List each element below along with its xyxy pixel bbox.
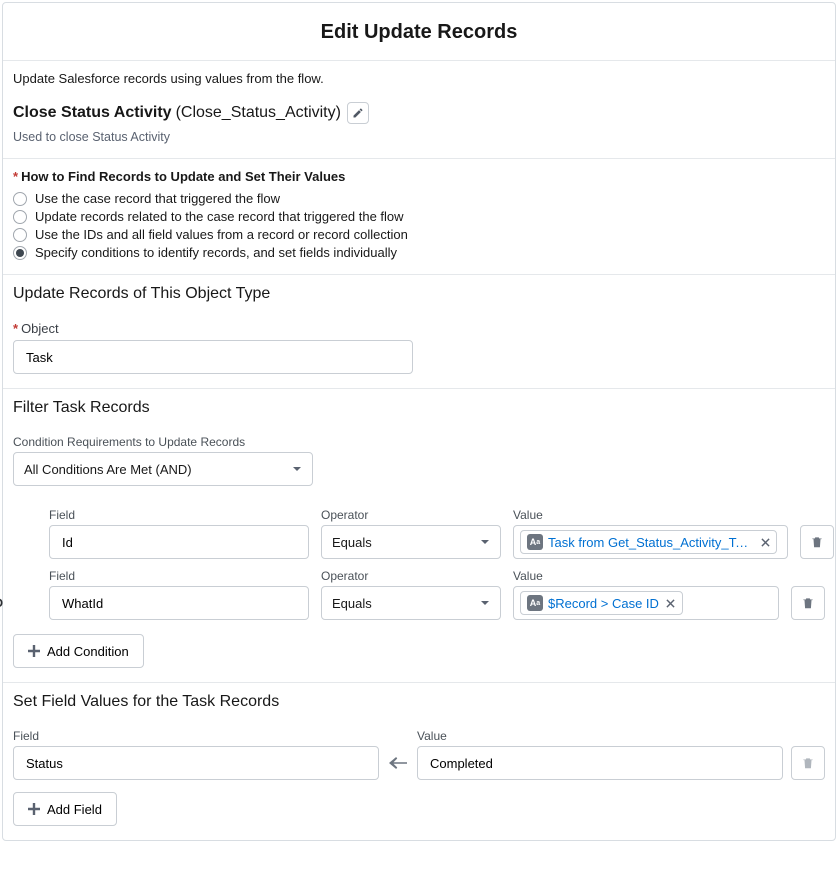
intro-description: Update Salesforce records using values f…: [13, 71, 825, 86]
set-field-input[interactable]: [13, 746, 379, 780]
object-section-heading: Update Records of This Object Type: [13, 285, 825, 303]
add-field-label: Add Field: [47, 802, 102, 817]
object-input-field[interactable]: [24, 349, 402, 366]
set-value-input[interactable]: [417, 746, 783, 780]
add-condition-button[interactable]: Add Condition: [13, 634, 144, 668]
text-type-icon: Aa: [527, 595, 543, 611]
trash-icon: [801, 596, 815, 610]
remove-pill-button[interactable]: [664, 596, 678, 610]
radio-label: Specify conditions to identify records, …: [35, 245, 397, 260]
radio-label: Use the IDs and all field values from a …: [35, 227, 408, 242]
condition-operator-value: Equals: [332, 535, 372, 550]
condition-value-input[interactable]: Aa Task from Get_Status_Activity_Ta...: [513, 525, 788, 559]
condition-operator-select[interactable]: Equals: [321, 586, 501, 620]
radio-option-triggering[interactable]: Use the case record that triggered the f…: [13, 191, 825, 206]
field-col-label: Field: [49, 508, 309, 522]
condition-value-input[interactable]: Aa $Record > Case ID: [513, 586, 779, 620]
condition-field-value[interactable]: [60, 595, 298, 612]
condition-operator-select[interactable]: Equals: [321, 525, 501, 559]
remove-pill-button[interactable]: [758, 535, 772, 549]
value-col-label: Value: [513, 508, 788, 522]
add-condition-label: Add Condition: [47, 644, 129, 659]
field-col-label: Field: [49, 569, 309, 583]
close-icon: [761, 538, 770, 547]
condition-field-input[interactable]: [49, 525, 309, 559]
plus-icon: [28, 803, 40, 815]
field-value-row: Field Value: [13, 729, 825, 780]
edit-label-button[interactable]: [347, 102, 369, 124]
condition-field-input[interactable]: [49, 586, 309, 620]
how-to-find-heading: How to Find Records to Update and Set Th…: [13, 169, 825, 184]
close-icon: [666, 599, 675, 608]
radio-option-specify[interactable]: Specify conditions to identify records, …: [13, 245, 825, 260]
text-type-icon: Aa: [527, 534, 543, 550]
condition-field-value[interactable]: [60, 534, 298, 551]
panel-header: Edit Update Records: [3, 3, 835, 60]
and-connector-label: AND: [0, 596, 3, 610]
condition-row: Field Operator Equals Value: [49, 508, 825, 559]
element-title-row: Close Status Activity (Close_Status_Acti…: [13, 102, 825, 124]
set-values-section: Set Field Values for the Task Records Fi…: [3, 683, 835, 840]
radio-icon: [13, 210, 27, 224]
radio-icon: [13, 228, 27, 242]
element-description: Used to close Status Activity: [13, 130, 825, 144]
resource-pill: Aa Task from Get_Status_Activity_Ta...: [520, 530, 777, 554]
radio-option-ids[interactable]: Use the IDs and all field values from a …: [13, 227, 825, 242]
value-label: Value: [417, 729, 783, 743]
chevron-down-icon: [292, 464, 302, 474]
chevron-down-icon: [480, 537, 490, 547]
arrow-left-icon: [389, 756, 407, 770]
delete-field-value-button[interactable]: [791, 746, 825, 780]
value-col-label: Value: [513, 569, 779, 583]
delete-condition-button[interactable]: [791, 586, 825, 620]
object-input[interactable]: [13, 340, 413, 374]
trash-icon: [801, 756, 815, 770]
operator-col-label: Operator: [321, 508, 501, 522]
panel-title: Edit Update Records: [3, 21, 835, 44]
operator-col-label: Operator: [321, 569, 501, 583]
radio-label: Use the case record that triggered the f…: [35, 191, 280, 206]
resource-pill: Aa $Record > Case ID: [520, 591, 683, 615]
filter-heading: Filter Task Records: [13, 399, 825, 417]
trash-icon: [810, 535, 824, 549]
set-value-value[interactable]: [428, 755, 772, 772]
radio-icon: [13, 192, 27, 206]
condition-requirement-label: Condition Requirements to Update Records: [13, 435, 825, 449]
how-to-find-radio-group: Use the case record that triggered the f…: [13, 191, 825, 260]
radio-option-related[interactable]: Update records related to the case recor…: [13, 209, 825, 224]
assignment-arrow: [387, 746, 409, 780]
object-label: Object: [13, 321, 825, 336]
condition-requirement-select[interactable]: All Conditions Are Met (AND): [13, 452, 313, 486]
radio-label: Update records related to the case recor…: [35, 209, 404, 224]
condition-requirement-value: All Conditions Are Met (AND): [24, 462, 192, 477]
pencil-icon: [352, 107, 364, 119]
field-label: Field: [13, 729, 379, 743]
plus-icon: [28, 645, 40, 657]
resource-pill-text: Task from Get_Status_Activity_Ta...: [548, 535, 753, 550]
edit-update-records-panel: Edit Update Records Update Salesforce re…: [2, 2, 836, 841]
add-field-button[interactable]: Add Field: [13, 792, 117, 826]
set-field-value[interactable]: [24, 755, 368, 772]
filter-section: Filter Task Records Condition Requiremen…: [3, 389, 835, 682]
how-to-find-section: How to Find Records to Update and Set Th…: [3, 159, 835, 274]
radio-icon: [13, 246, 27, 260]
set-values-heading: Set Field Values for the Task Records: [13, 693, 825, 711]
condition-operator-value: Equals: [332, 596, 372, 611]
resource-pill-text: $Record > Case ID: [548, 596, 659, 611]
chevron-down-icon: [480, 598, 490, 608]
intro-section: Update Salesforce records using values f…: [3, 61, 835, 158]
object-section: Update Records of This Object Type Objec…: [3, 275, 835, 388]
condition-row: Field Operator Equals Value: [49, 569, 825, 620]
delete-condition-button[interactable]: [800, 525, 834, 559]
element-api-name: (Close_Status_Activity): [176, 104, 341, 122]
element-label: Close Status Activity: [13, 104, 172, 122]
